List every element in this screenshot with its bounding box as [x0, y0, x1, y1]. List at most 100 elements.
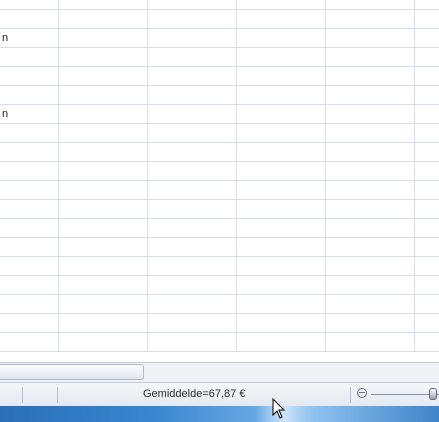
cell[interactable]	[326, 295, 415, 313]
cell[interactable]	[415, 276, 439, 294]
cell-column-a[interactable]	[0, 219, 59, 237]
cell[interactable]	[237, 67, 326, 85]
cell[interactable]	[59, 105, 148, 123]
cell[interactable]	[415, 10, 439, 28]
cell[interactable]	[326, 333, 415, 351]
cell[interactable]	[59, 257, 148, 275]
cell[interactable]	[148, 257, 237, 275]
cell[interactable]	[326, 0, 415, 9]
cell[interactable]	[415, 162, 439, 180]
cell[interactable]	[59, 143, 148, 161]
cell[interactable]	[148, 333, 237, 351]
cell[interactable]	[415, 257, 439, 275]
cell[interactable]	[148, 143, 237, 161]
cell[interactable]	[59, 29, 148, 47]
cell[interactable]	[237, 219, 326, 237]
cell[interactable]	[148, 314, 237, 332]
cell[interactable]	[326, 181, 415, 199]
cell[interactable]	[148, 29, 237, 47]
cell-column-a[interactable]	[0, 181, 59, 199]
cell[interactable]	[237, 238, 326, 256]
cell[interactable]	[59, 0, 148, 9]
cell[interactable]	[326, 105, 415, 123]
cell[interactable]	[326, 143, 415, 161]
cell[interactable]	[148, 162, 237, 180]
cell[interactable]	[237, 48, 326, 66]
cell[interactable]	[326, 48, 415, 66]
cell[interactable]	[415, 124, 439, 142]
cell[interactable]	[326, 162, 415, 180]
cell[interactable]	[237, 257, 326, 275]
cell[interactable]	[237, 143, 326, 161]
cell[interactable]	[59, 219, 148, 237]
status-average[interactable]: Gemiddelde=67,87 €	[143, 383, 245, 405]
cell[interactable]	[148, 67, 237, 85]
cell-column-a[interactable]	[0, 143, 59, 161]
cell[interactable]	[59, 10, 148, 28]
cell-column-a[interactable]	[0, 124, 59, 142]
cell[interactable]	[237, 124, 326, 142]
cell[interactable]	[59, 238, 148, 256]
cell[interactable]	[148, 86, 237, 104]
cell[interactable]	[326, 29, 415, 47]
cell[interactable]	[237, 181, 326, 199]
zoom-out-icon[interactable]	[357, 388, 367, 398]
cell-column-a[interactable]	[0, 257, 59, 275]
cell[interactable]	[237, 105, 326, 123]
cell[interactable]	[59, 48, 148, 66]
cell[interactable]	[148, 105, 237, 123]
cell[interactable]	[59, 67, 148, 85]
cell[interactable]	[59, 200, 148, 218]
cell-column-a[interactable]	[0, 10, 59, 28]
cell-column-a[interactable]: '	[0, 0, 59, 9]
cell[interactable]	[237, 10, 326, 28]
cell[interactable]	[415, 200, 439, 218]
cell[interactable]	[326, 276, 415, 294]
spreadsheet-grid[interactable]: ' n n	[0, 0, 439, 362]
cell[interactable]	[148, 219, 237, 237]
cell[interactable]	[415, 0, 439, 9]
cell-column-a[interactable]	[0, 333, 59, 351]
cell[interactable]	[415, 219, 439, 237]
cell[interactable]	[237, 162, 326, 180]
cell-column-a[interactable]	[0, 238, 59, 256]
cell[interactable]	[326, 124, 415, 142]
cell[interactable]	[148, 238, 237, 256]
cell-column-a[interactable]	[0, 86, 59, 104]
cell[interactable]	[59, 181, 148, 199]
cell[interactable]	[415, 314, 439, 332]
cell[interactable]	[415, 105, 439, 123]
cell[interactable]	[237, 29, 326, 47]
cell[interactable]	[148, 200, 237, 218]
cell[interactable]	[148, 276, 237, 294]
cell[interactable]	[415, 29, 439, 47]
cell[interactable]	[415, 86, 439, 104]
cell[interactable]	[59, 86, 148, 104]
cell[interactable]	[59, 314, 148, 332]
cell[interactable]	[148, 10, 237, 28]
cell-column-a[interactable]	[0, 200, 59, 218]
cell-column-a[interactable]	[0, 162, 59, 180]
zoom-slider-thumb[interactable]	[429, 388, 437, 400]
cell-column-a[interactable]: n	[0, 29, 59, 47]
cell[interactable]	[415, 295, 439, 313]
cell-column-a[interactable]	[0, 314, 59, 332]
cell[interactable]	[59, 162, 148, 180]
cell-column-a[interactable]	[0, 295, 59, 313]
cell[interactable]	[237, 200, 326, 218]
cell[interactable]	[237, 295, 326, 313]
cell[interactable]	[326, 200, 415, 218]
cell[interactable]	[415, 48, 439, 66]
cell[interactable]	[415, 67, 439, 85]
cell[interactable]	[148, 295, 237, 313]
cell[interactable]	[415, 181, 439, 199]
cell[interactable]	[148, 181, 237, 199]
cell[interactable]	[237, 314, 326, 332]
cell[interactable]	[326, 10, 415, 28]
cell[interactable]	[59, 276, 148, 294]
cell[interactable]	[326, 86, 415, 104]
horizontal-scrollbar-thumb[interactable]	[0, 364, 144, 380]
cell-column-a[interactable]	[0, 276, 59, 294]
cell[interactable]	[59, 333, 148, 351]
cell[interactable]	[415, 238, 439, 256]
